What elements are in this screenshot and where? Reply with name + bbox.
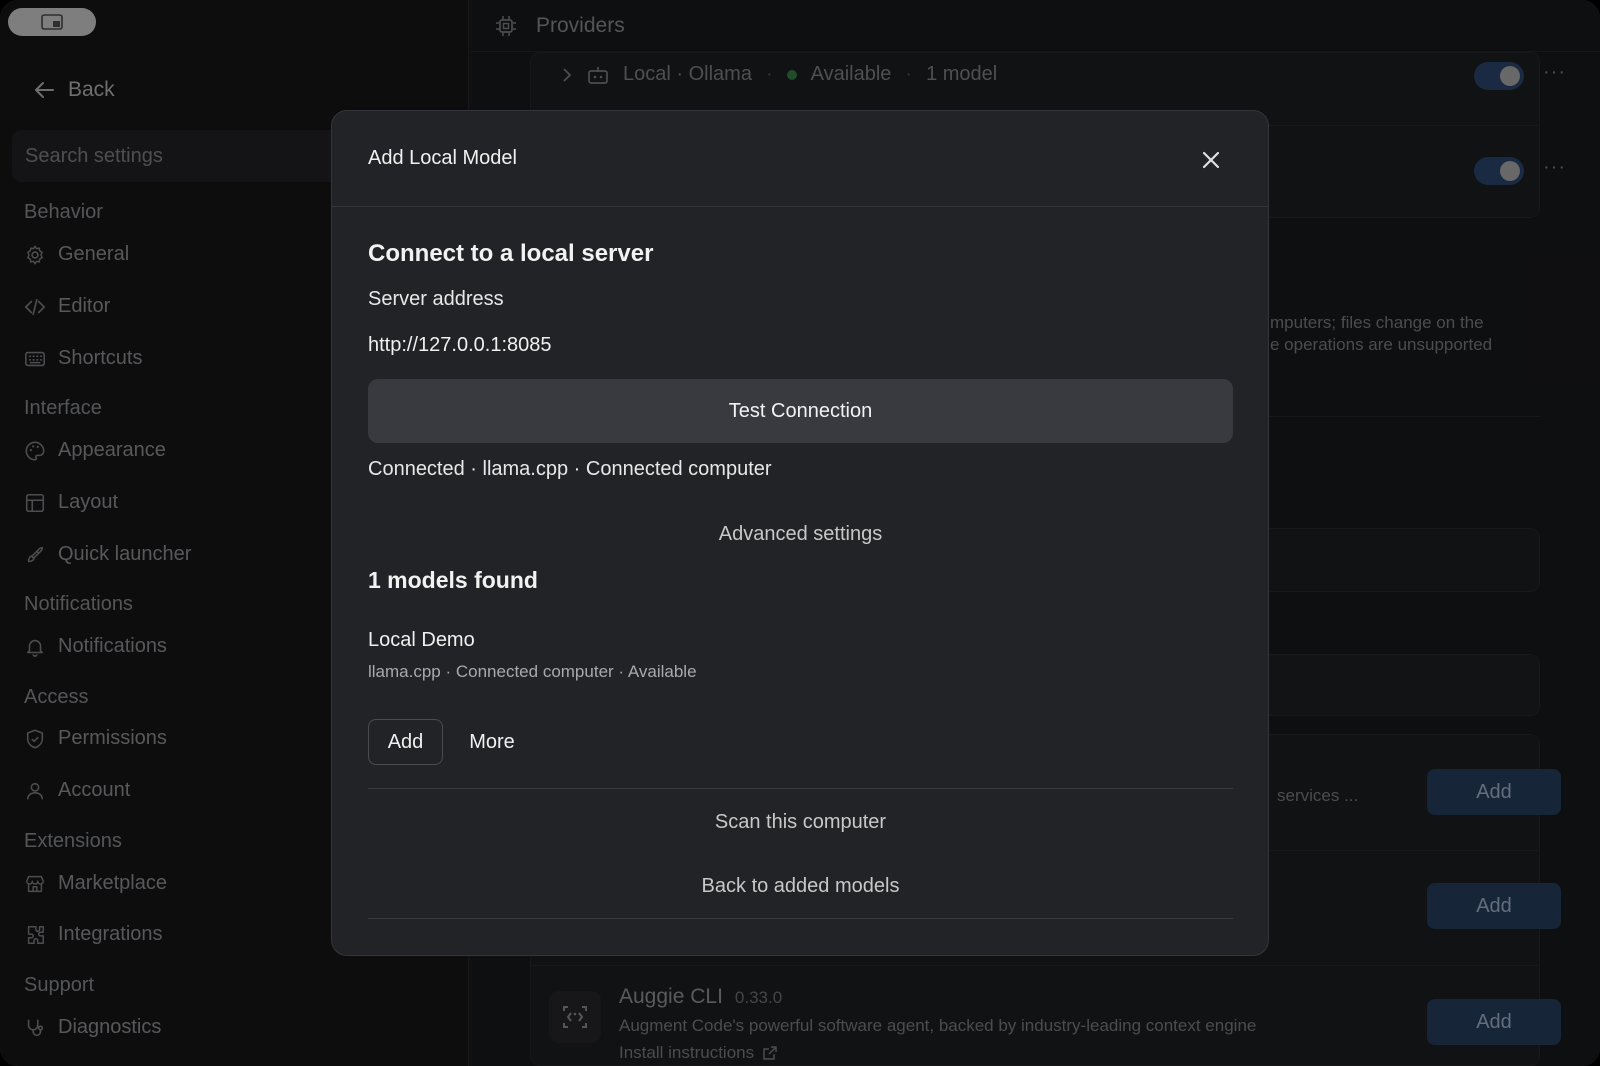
model-meta: llama.cpp · Connected computer · Availab… xyxy=(368,662,697,681)
model-name: Local Demo xyxy=(368,629,475,651)
add-model-button[interactable]: Add xyxy=(368,719,443,765)
divider xyxy=(368,918,1233,919)
connection-status: Connected · llama.cpp · Connected comput… xyxy=(368,458,772,480)
back-to-added-models-link[interactable]: Back to added models xyxy=(368,875,1233,898)
section-heading: Connect to a local server xyxy=(368,240,654,267)
test-connection-button[interactable]: Test Connection xyxy=(368,379,1233,443)
dialog-title: Add Local Model xyxy=(368,147,517,169)
dialog-header: Add Local Model xyxy=(332,111,1268,207)
advanced-settings-toggle[interactable]: Advanced settings xyxy=(368,523,1233,546)
server-address-label: Server address xyxy=(368,288,504,310)
close-button[interactable] xyxy=(1198,147,1224,173)
close-icon xyxy=(1202,151,1220,169)
models-found-heading: 1 models found xyxy=(368,567,538,593)
add-local-model-dialog: Add Local Model Connect to a local serve… xyxy=(331,110,1269,956)
server-address-input[interactable] xyxy=(368,329,768,361)
scan-computer-link[interactable]: Scan this computer xyxy=(368,811,1233,834)
app-window: Back Behavior General Editor Shortcuts I… xyxy=(0,0,1600,1066)
more-button[interactable]: More xyxy=(452,719,532,765)
divider xyxy=(368,788,1233,789)
